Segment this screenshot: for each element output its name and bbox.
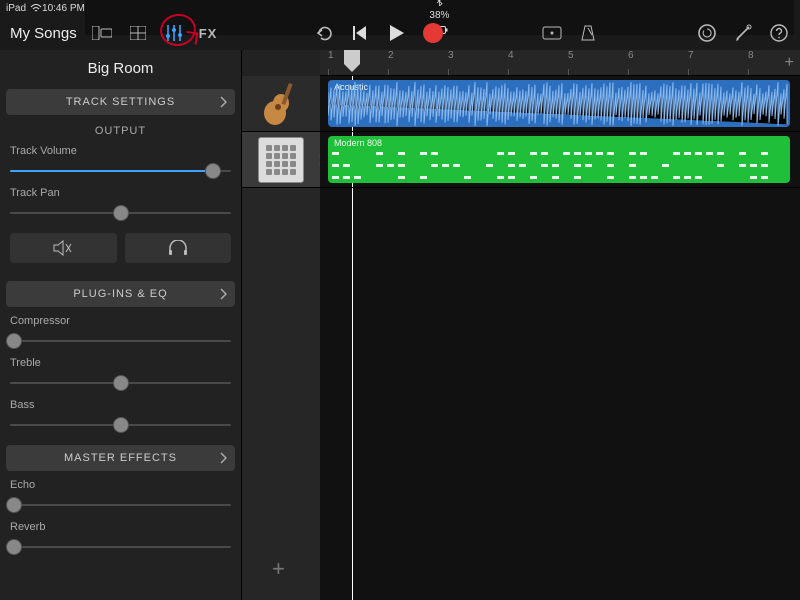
reverb-label: Reverb (10, 521, 231, 533)
song-title: Big Room (0, 50, 241, 85)
instrument-browser-button[interactable] (541, 22, 563, 44)
metronome-button[interactable] (577, 22, 599, 44)
bar-number: 2 (388, 50, 394, 61)
track-lane[interactable]: Acoustic (320, 76, 800, 132)
compressor-slider[interactable] (10, 331, 231, 351)
track-pan-slider[interactable] (10, 203, 231, 223)
timeline-ruler[interactable]: + 1 2 3 4 5 6 7 8 (320, 50, 800, 76)
chevron-right-icon (219, 288, 227, 300)
add-track-button[interactable]: + (272, 556, 285, 582)
loop-browser-button[interactable] (696, 22, 718, 44)
clock: 10:46 PM (42, 3, 85, 14)
mute-button[interactable] (10, 233, 117, 263)
bar-number: 4 (508, 50, 514, 61)
sampler-icon (258, 137, 304, 183)
compressor-label: Compressor (10, 315, 231, 327)
chevron-right-icon (219, 452, 227, 464)
chevron-right-icon (219, 96, 227, 108)
device-label: iPad (6, 3, 26, 14)
record-button[interactable] (422, 22, 444, 44)
arrangement-area[interactable]: Acoustic Modern 808 (320, 76, 800, 600)
bar-number: 8 (748, 50, 754, 61)
settings-button[interactable] (732, 22, 754, 44)
bass-label: Bass (10, 399, 231, 411)
track-view-button[interactable] (91, 22, 113, 44)
output-subheader: OUTPUT (0, 119, 241, 141)
track-volume-label: Track Volume (10, 145, 231, 157)
plugins-eq-header[interactable]: PLUG-INS & EQ (6, 281, 235, 307)
bar-number: 5 (568, 50, 574, 61)
treble-label: Treble (10, 357, 231, 369)
midi-region[interactable]: Modern 808 (328, 136, 790, 183)
bluetooth-icon (436, 0, 443, 6)
bar-number: 6 (628, 50, 634, 61)
track-header-guitar[interactable] (242, 76, 320, 132)
treble-slider[interactable] (10, 373, 231, 393)
bar-number: 3 (448, 50, 454, 61)
track-controls-panel: Big Room TRACK SETTINGS OUTPUT Track Vol… (0, 50, 242, 600)
plugins-eq-label: PLUG-INS & EQ (73, 288, 167, 300)
bar-number: 1 (328, 50, 334, 61)
track-settings-label: TRACK SETTINGS (66, 96, 175, 108)
rewind-button[interactable] (350, 22, 372, 44)
help-button[interactable] (768, 22, 790, 44)
track-lane[interactable]: Modern 808 (320, 132, 800, 188)
reverb-slider[interactable] (10, 537, 231, 557)
track-controls-button[interactable] (163, 22, 185, 44)
wifi-icon (30, 3, 42, 13)
undo-button[interactable] (314, 22, 336, 44)
track-settings-header[interactable]: TRACK SETTINGS (6, 89, 235, 115)
back-to-songs-button[interactable]: My Songs (10, 25, 77, 42)
track-pan-label: Track Pan (10, 187, 231, 199)
bass-slider[interactable] (10, 415, 231, 435)
grid-view-button[interactable] (127, 22, 149, 44)
master-effects-label: MASTER EFFECTS (64, 452, 177, 464)
play-button[interactable] (386, 22, 408, 44)
fx-button[interactable]: FX (199, 26, 218, 41)
playhead-marker[interactable] (344, 50, 360, 76)
bar-number: 7 (688, 50, 694, 61)
track-header-sampler[interactable] (242, 132, 320, 188)
echo-label: Echo (10, 479, 231, 491)
audio-region[interactable]: Acoustic (328, 80, 790, 127)
master-effects-header[interactable]: MASTER EFFECTS (6, 445, 235, 471)
add-section-button[interactable]: + (785, 54, 794, 72)
solo-headphones-button[interactable] (125, 233, 232, 263)
echo-slider[interactable] (10, 495, 231, 515)
guitar-icon (258, 81, 304, 127)
track-volume-slider[interactable] (10, 161, 231, 181)
